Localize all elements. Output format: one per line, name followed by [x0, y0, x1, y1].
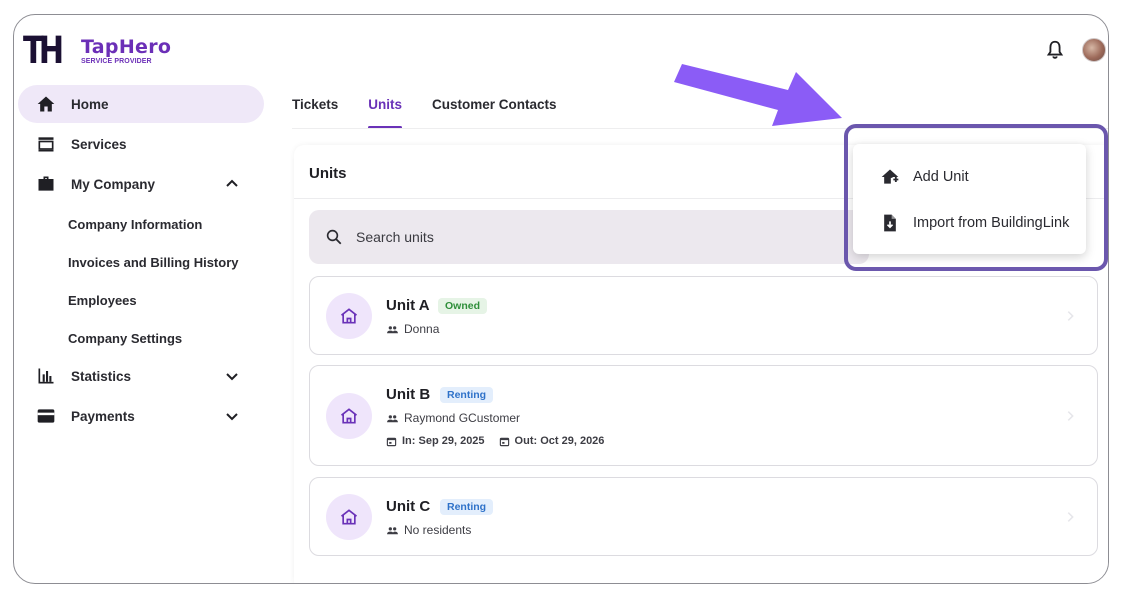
unit-icon	[326, 494, 372, 540]
menu-item-label: Import from BuildingLink	[913, 215, 1070, 231]
bar-chart-icon	[35, 365, 57, 387]
home-outline-icon	[340, 408, 358, 424]
unit-card-a[interactable]: Unit A Owned Donna	[309, 276, 1098, 355]
sidebar-subitem-company-settings[interactable]: Company Settings	[18, 319, 264, 357]
sidebar-item-my-company[interactable]: My Company	[18, 165, 264, 203]
chevron-right-icon	[1067, 311, 1074, 321]
add-home-icon	[881, 169, 899, 184]
sidebar-item-services[interactable]: Services	[18, 125, 264, 163]
bell-icon[interactable]	[1044, 39, 1066, 61]
sidebar-item-home[interactable]: Home	[18, 85, 264, 123]
residents-text: No residents	[404, 523, 472, 537]
search-bar[interactable]	[309, 210, 869, 264]
unit-card-c[interactable]: Unit C Renting No residents	[309, 477, 1098, 556]
logo-mark: TH	[23, 29, 64, 72]
tab-tickets[interactable]: Tickets	[292, 83, 338, 129]
search-input[interactable]	[356, 229, 776, 245]
home-outline-icon	[340, 308, 358, 324]
avatar[interactable]	[1082, 38, 1106, 62]
unit-dates: In: Sep 29, 2025 Out: Oct 29, 2026	[386, 435, 604, 447]
status-badge: Renting	[440, 499, 494, 515]
move-out-date: Out: Oct 29, 2026	[514, 435, 605, 447]
chevron-up-icon[interactable]	[224, 176, 240, 192]
sidebar-subitem-company-information[interactable]: Company Information	[18, 205, 264, 243]
logo[interactable]: TH TapHero SERVICE PROVIDER	[23, 31, 171, 71]
sidebar-item-label: Payments	[71, 408, 135, 424]
tab-customer-contacts[interactable]: Customer Contacts	[432, 83, 557, 129]
chevron-right-icon	[1067, 411, 1074, 421]
chevron-down-icon[interactable]	[224, 368, 240, 384]
unit-name: Unit A	[386, 297, 430, 314]
unit-icon	[326, 293, 372, 339]
units-action-menu: Add Unit Import from BuildingLink	[853, 144, 1086, 254]
briefcase-icon	[35, 173, 57, 195]
menu-item-label: Add Unit	[913, 169, 969, 185]
status-badge: Owned	[438, 298, 488, 314]
home-icon	[35, 93, 57, 115]
people-icon	[387, 325, 398, 333]
app-window: TH TapHero SERVICE PROVIDER Home Service…	[13, 14, 1109, 584]
credit-card-icon	[35, 405, 57, 427]
sidebar-item-statistics[interactable]: Statistics	[18, 357, 264, 395]
unit-icon	[326, 393, 372, 439]
unit-name: Unit B	[386, 386, 431, 403]
unit-residents: No residents	[386, 523, 471, 537]
sidebar-subitem-employees[interactable]: Employees	[18, 281, 264, 319]
residents-text: Donna	[404, 322, 440, 336]
home-outline-icon	[340, 509, 358, 525]
people-icon	[387, 414, 398, 422]
sidebar-item-label: Services	[71, 136, 127, 152]
move-in-date: In: Sep 29, 2025	[402, 435, 485, 447]
sidebar-subitem-invoices-billing[interactable]: Invoices and Billing History	[18, 243, 264, 281]
logo-subtitle: SERVICE PROVIDER	[81, 57, 152, 65]
add-unit-menu-item[interactable]: Add Unit	[853, 157, 1086, 197]
calendar-icon	[386, 437, 397, 446]
chevron-right-icon	[1067, 512, 1074, 522]
unit-residents: Donna	[386, 322, 439, 336]
unit-name: Unit C	[386, 498, 431, 515]
people-icon	[387, 526, 398, 534]
sidebar-item-payments[interactable]: Payments	[18, 397, 264, 435]
calendar-icon	[499, 437, 509, 446]
sidebar: TH TapHero SERVICE PROVIDER Home Service…	[14, 15, 284, 583]
sidebar-item-label: Statistics	[71, 368, 132, 384]
status-badge: Renting	[440, 387, 494, 403]
services-icon	[35, 133, 57, 155]
search-icon	[326, 229, 342, 245]
sidebar-nav: Home Services My Company Company Informa…	[18, 85, 264, 437]
import-buildinglink-menu-item[interactable]: Import from BuildingLink	[853, 203, 1086, 243]
residents-text: Raymond GCustomer	[404, 411, 521, 425]
logo-name: TapHero	[81, 35, 172, 58]
file-import-icon	[884, 214, 896, 232]
sidebar-item-label: My Company	[71, 176, 156, 192]
chevron-down-icon[interactable]	[224, 408, 240, 424]
tab-units[interactable]: Units	[368, 83, 402, 129]
unit-card-b[interactable]: Unit B Renting Raymond GCustomer In: Sep…	[309, 365, 1098, 466]
tabs-divider	[292, 128, 1108, 129]
panel-title: Units	[309, 165, 347, 182]
tab-bar: Tickets Units Customer Contacts	[292, 83, 587, 129]
sidebar-item-label: Home	[71, 96, 109, 112]
unit-residents: Raymond GCustomer	[386, 411, 520, 425]
